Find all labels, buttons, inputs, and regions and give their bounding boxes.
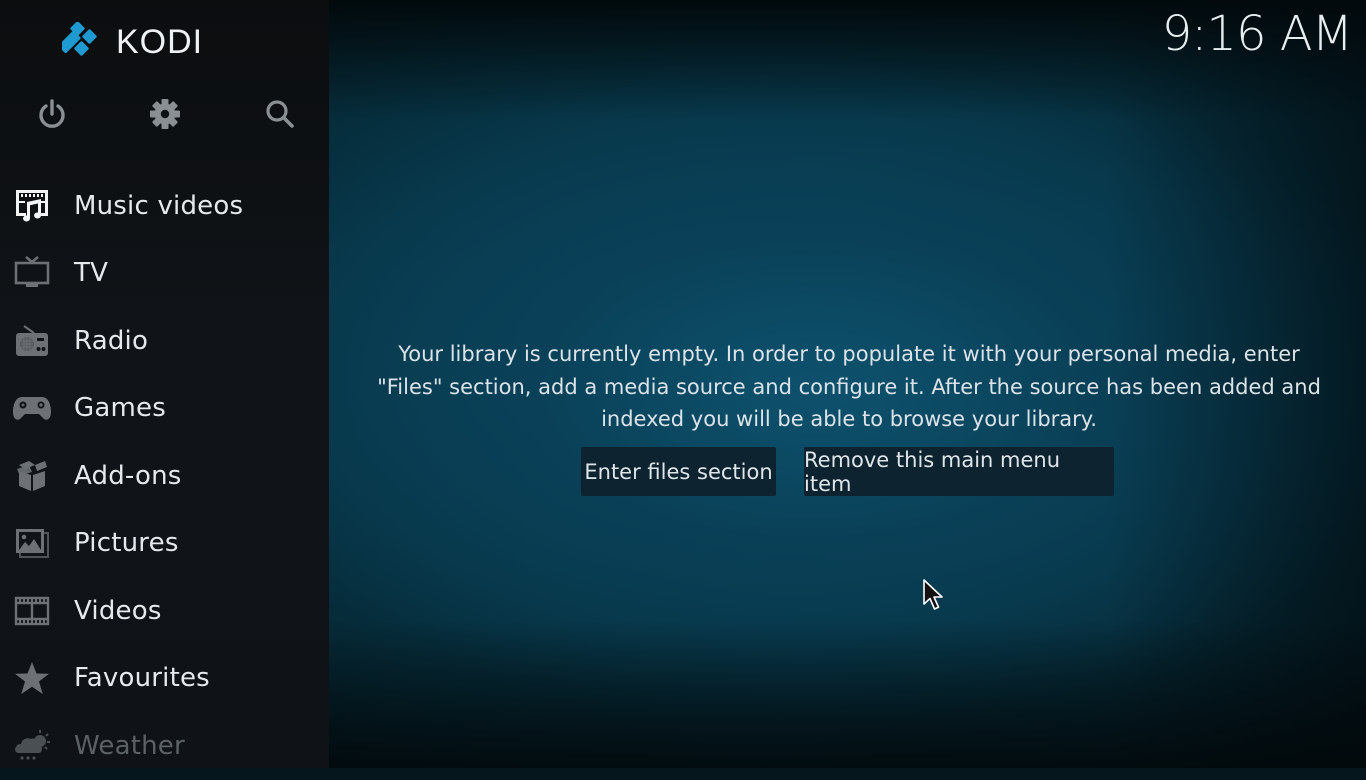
tv-icon xyxy=(12,253,52,293)
enter-files-section-button[interactable]: Enter files section xyxy=(581,447,776,496)
kodi-logo[interactable]: KODI xyxy=(62,22,203,62)
radio-icon xyxy=(12,321,52,361)
pictures-icon xyxy=(12,523,52,563)
sidebar-item-tv[interactable]: TV xyxy=(0,240,329,308)
sidebar-item-label: TV xyxy=(74,258,109,289)
empty-library-message: Your library is currently empty. In orde… xyxy=(377,342,1321,431)
sidebar-item-label: Radio xyxy=(74,325,149,356)
power-icon xyxy=(39,99,65,128)
gear-icon xyxy=(150,99,180,129)
mouse-cursor-icon xyxy=(923,579,943,610)
sidebar-item-radio[interactable]: Radio xyxy=(0,307,329,375)
music-video-icon xyxy=(12,186,52,226)
gamepad-icon xyxy=(12,388,52,428)
sidebar-item-label: Weather xyxy=(74,730,185,761)
sidebar-item-label: Music videos xyxy=(74,190,244,221)
kodi-logo-text: KODI xyxy=(116,22,204,61)
settings-button[interactable] xyxy=(145,96,185,132)
search-icon xyxy=(266,100,294,128)
sidebar-item-label: Games xyxy=(74,393,166,424)
sidebar-item-label: Pictures xyxy=(74,528,179,559)
sidebar-item-games[interactable]: Games xyxy=(0,375,329,443)
weather-icon xyxy=(12,726,52,766)
power-button[interactable] xyxy=(32,96,72,132)
film-icon xyxy=(12,591,52,631)
sidebar-item-favourites[interactable]: Favourites xyxy=(0,645,329,713)
sidebar-item-label: Favourites xyxy=(74,663,210,694)
sidebar-item-pictures[interactable]: Pictures xyxy=(0,510,329,578)
sidebar-item-weather[interactable]: Weather xyxy=(0,712,329,780)
action-buttons: Enter files section Remove this main men… xyxy=(0,447,1366,497)
sidebar-item-label: Videos xyxy=(74,595,162,626)
star-icon xyxy=(12,658,52,698)
sidebar-item-videos[interactable]: Videos xyxy=(0,577,329,645)
remove-main-menu-item-button[interactable]: Remove this main menu item xyxy=(804,447,1114,496)
sidebar-item-music-videos[interactable]: Music videos xyxy=(0,172,329,240)
kodi-logo-icon xyxy=(62,22,97,56)
sidebar: KODI Music videos TV Radio Games Add-ons… xyxy=(0,0,329,768)
clock: 9:16 AM xyxy=(1161,6,1353,62)
search-button[interactable] xyxy=(260,96,300,132)
